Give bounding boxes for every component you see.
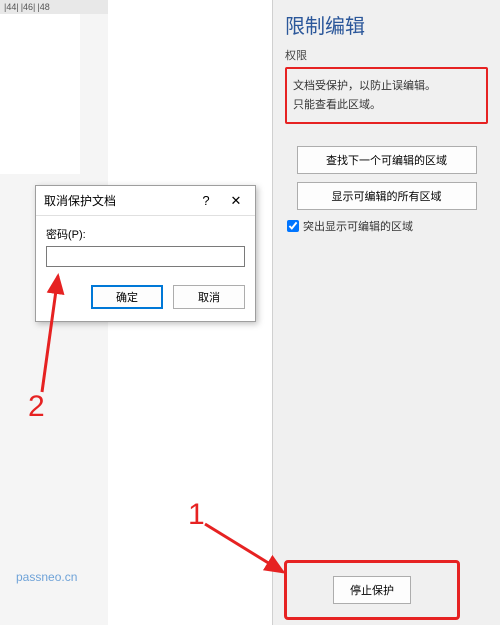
ruler: |44| |46| |48 <box>0 0 108 14</box>
document-page <box>0 14 80 174</box>
find-next-region-button[interactable]: 查找下一个可编辑的区域 <box>297 146 477 174</box>
permissions-text: 文档受保护，以防止误编辑。 <box>293 77 480 96</box>
dialog-title: 取消保护文档 <box>44 192 191 209</box>
cancel-button[interactable]: 取消 <box>173 285 245 309</box>
ruler-mark: |46| <box>21 2 36 12</box>
ruler-mark: |48 <box>37 2 49 12</box>
watermark: passneo.cn <box>16 570 77 584</box>
stop-protection-button[interactable]: 停止保护 <box>333 576 411 604</box>
annotation-number-2: 2 <box>28 390 45 424</box>
permissions-text: 只能查看此区域。 <box>293 96 480 115</box>
show-all-regions-button[interactable]: 显示可编辑的所有区域 <box>297 182 477 210</box>
dialog-titlebar: 取消保护文档 ? ✕ <box>36 186 255 216</box>
permissions-label: 权限 <box>285 47 488 63</box>
annotation-number-1: 1 <box>188 498 205 532</box>
highlight-checkbox-label: 突出显示可编辑的区域 <box>303 218 413 234</box>
help-icon[interactable]: ? <box>191 193 221 208</box>
restrict-editing-panel: 限制编辑 权限 文档受保护，以防止误编辑。 只能查看此区域。 查找下一个可编辑的… <box>272 0 500 625</box>
permissions-box: 文档受保护，以防止误编辑。 只能查看此区域。 <box>285 67 488 124</box>
highlight-checkbox[interactable] <box>287 220 299 232</box>
unprotect-dialog: 取消保护文档 ? ✕ 密码(P): 确定 取消 <box>35 185 256 322</box>
dialog-buttons: 确定 取消 <box>46 285 245 309</box>
close-icon[interactable]: ✕ <box>221 193 251 209</box>
stop-protection-highlight: 停止保护 <box>284 560 460 620</box>
highlight-checkbox-row[interactable]: 突出显示可编辑的区域 <box>287 218 488 234</box>
password-label: 密码(P): <box>46 226 245 242</box>
password-input[interactable] <box>46 246 245 267</box>
panel-title: 限制编辑 <box>285 10 488 39</box>
dialog-body: 密码(P): 确定 取消 <box>36 216 255 321</box>
ok-button[interactable]: 确定 <box>91 285 163 309</box>
ruler-mark: |44| <box>4 2 19 12</box>
